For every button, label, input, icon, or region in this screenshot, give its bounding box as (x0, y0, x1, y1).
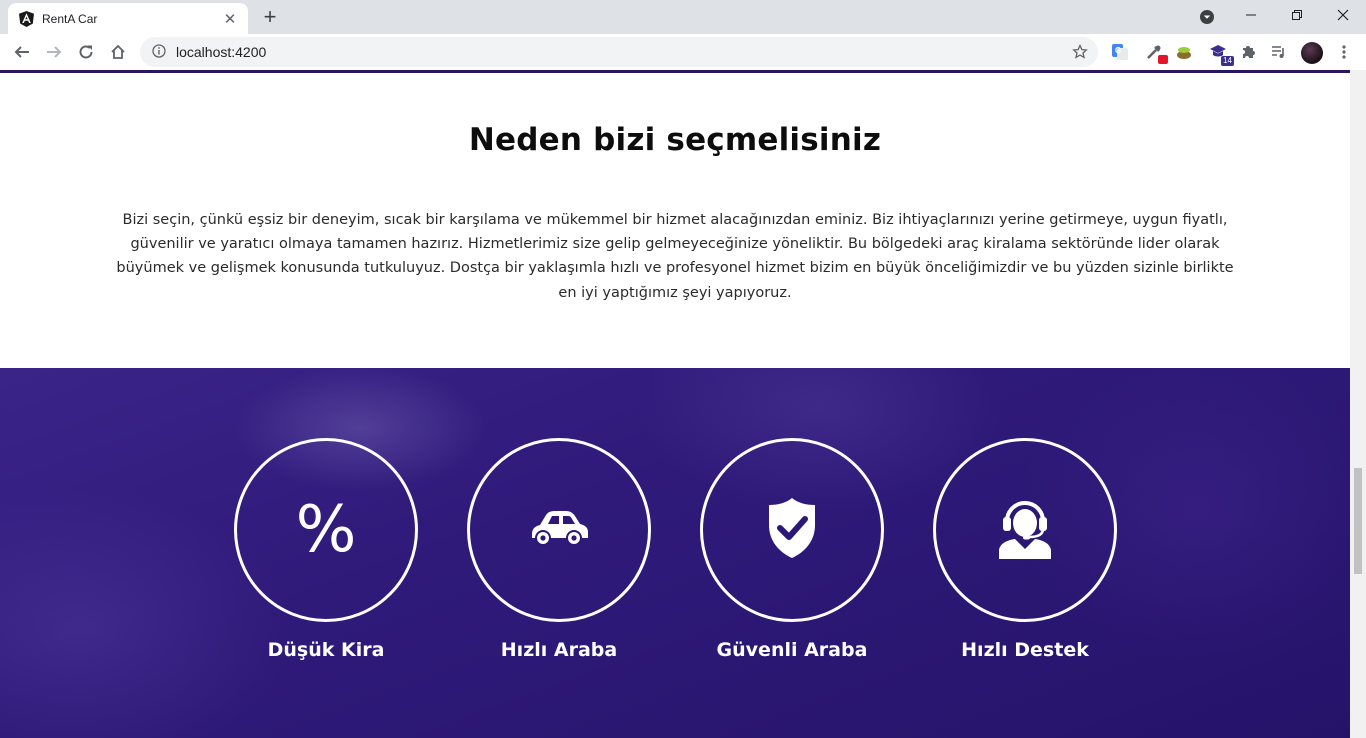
angular-logo-icon (18, 10, 34, 27)
minimize-icon[interactable] (1228, 0, 1274, 30)
restore-icon[interactable] (1274, 0, 1320, 30)
page-viewport: Neden bizi seçmelisiniz Bizi seçin, çünk… (0, 73, 1350, 738)
extension-badge: 14 (1221, 56, 1234, 66)
url-text: localhost:4200 (176, 44, 267, 60)
feature-circle: % (234, 438, 418, 622)
browser-toolbar: localhost:4200 G 14 (0, 34, 1366, 70)
media-queue-icon[interactable] (1269, 42, 1289, 62)
feature-label: Hızlı Destek (961, 639, 1089, 661)
bookmark-star-icon[interactable] (1072, 43, 1088, 60)
svg-text:G: G (1115, 46, 1121, 55)
graduation-cap-extension-icon[interactable]: 14 (1208, 42, 1234, 66)
browser-tab-bar: RentA Car ✕ + (0, 0, 1366, 34)
new-tab-button[interactable]: + (258, 4, 282, 29)
scrollbar-thumb[interactable] (1354, 468, 1362, 574)
page-scrollbar[interactable] (1350, 70, 1366, 738)
extensions-puzzle-icon[interactable] (1238, 42, 1258, 62)
feature-circle (467, 438, 651, 622)
feature-fast-car: Hızlı Araba (467, 438, 651, 661)
browser-tab[interactable]: RentA Car ✕ (8, 3, 248, 34)
forward-icon[interactable] (40, 38, 68, 66)
tab-close-icon[interactable]: ✕ (222, 10, 238, 28)
feature-circle (933, 438, 1117, 622)
percent-icon: % (295, 493, 357, 567)
tab-search-icon[interactable] (1199, 9, 1215, 25)
address-bar[interactable]: localhost:4200 (140, 37, 1098, 67)
profile-avatar[interactable] (1301, 42, 1323, 64)
section-description: Bizi seçin, çünkü eşsiz bir deneyim, sıc… (116, 212, 1234, 301)
feature-circle (700, 438, 884, 622)
site-info-icon[interactable] (152, 43, 166, 62)
shield-check-icon (768, 497, 816, 563)
section-title: Neden bizi seçmelisiniz (468, 122, 882, 158)
feature-fast-support: Hızlı Destek (933, 438, 1117, 661)
feature-safe-car: Güvenli Araba (700, 438, 884, 661)
menu-kebab-icon[interactable] (1334, 42, 1354, 62)
headset-support-icon (997, 497, 1053, 563)
back-icon[interactable] (8, 38, 36, 66)
reload-icon[interactable] (72, 38, 100, 66)
close-window-icon[interactable] (1320, 0, 1366, 30)
translate-extension-icon[interactable]: G (1110, 42, 1130, 62)
eyedropper-extension-icon[interactable] (1144, 42, 1168, 64)
features-section: % Düşük Kira Hızlı Araba Güvenli Araba H… (0, 368, 1350, 738)
plant-extension-icon[interactable] (1174, 42, 1194, 62)
feature-label: Düşük Kira (267, 639, 385, 661)
feature-label: Güvenli Araba (716, 639, 868, 661)
feature-low-rent: % Düşük Kira (234, 438, 418, 661)
feature-label: Hızlı Araba (500, 639, 618, 661)
car-icon (528, 508, 590, 552)
home-icon[interactable] (104, 38, 132, 66)
tab-title: RentA Car (42, 11, 98, 26)
